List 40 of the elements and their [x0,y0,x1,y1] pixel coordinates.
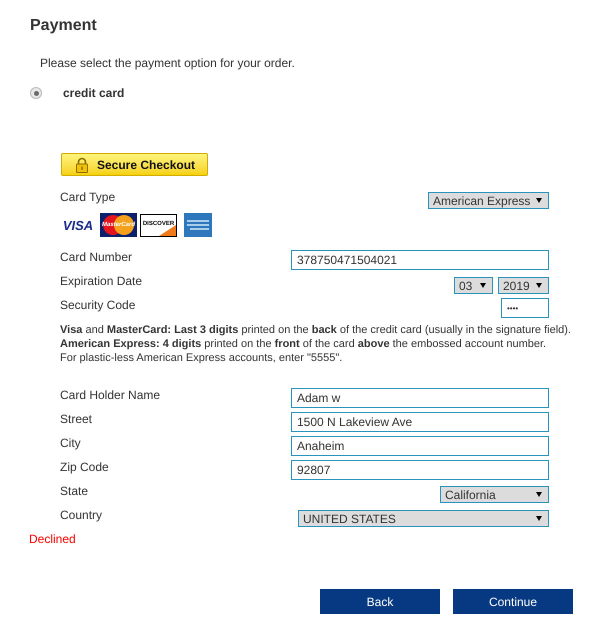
radio-button[interactable] [30,87,42,99]
page-title: Payment [30,16,97,36]
text-field[interactable]: 1500 N Lakeview Ave [291,412,549,432]
month-dropdown[interactable]: 03 [454,277,493,294]
action-button[interactable]: Back [320,589,440,614]
field-label: Security Code [60,298,136,312]
field-label: Expiration Date [60,274,142,288]
dropdown[interactable]: UNITED STATES [298,510,549,527]
help-text: For plastic-less American Express accounts, enter "5555". [60,351,342,365]
field-label: Card Number [60,250,132,264]
text-field[interactable]: Anaheim [291,436,549,456]
padlock-icon [74,156,90,172]
security-code-field[interactable]: •••• [501,298,549,318]
caret-icon [536,283,542,288]
help-text: American Express: 4 digits printed on the front of the card above the embossed account number. [60,337,546,351]
caret-icon [536,198,542,203]
card-type-dropdown[interactable]: American Express [428,192,549,209]
card-number-field[interactable]: 378750471504021 [291,250,549,270]
field-label: City [60,436,81,450]
year-dropdown[interactable]: 2019 [498,277,549,294]
field-label: Street [60,412,92,426]
dropdown[interactable]: California [440,486,549,503]
card-brand-icon [184,213,212,237]
error-message: Declined [29,532,76,546]
caret-icon [480,283,486,288]
text-field[interactable]: 92807 [291,460,549,480]
help-text: Visa and MasterCard: Last 3 digits printed on the back of the credit card (usually in the signature field). [60,323,571,337]
card-brand-logo: VISA [62,216,94,234]
field-label: State [60,484,88,498]
caret-icon [536,492,542,497]
action-button[interactable]: Continue [453,589,573,614]
text-field[interactable]: Adam w [291,388,549,408]
secure-checkout-button[interactable]: Secure Checkout [61,153,208,176]
caret-icon [536,516,542,521]
instruction-text: Please select the payment option for your order. [40,56,295,70]
field-label: Country [60,508,102,522]
field-label: Card Holder Name [60,388,160,402]
field-label: Zip Code [60,460,109,474]
field-label: Card Type [60,190,116,204]
radio-label[interactable]: credit card [63,86,124,100]
